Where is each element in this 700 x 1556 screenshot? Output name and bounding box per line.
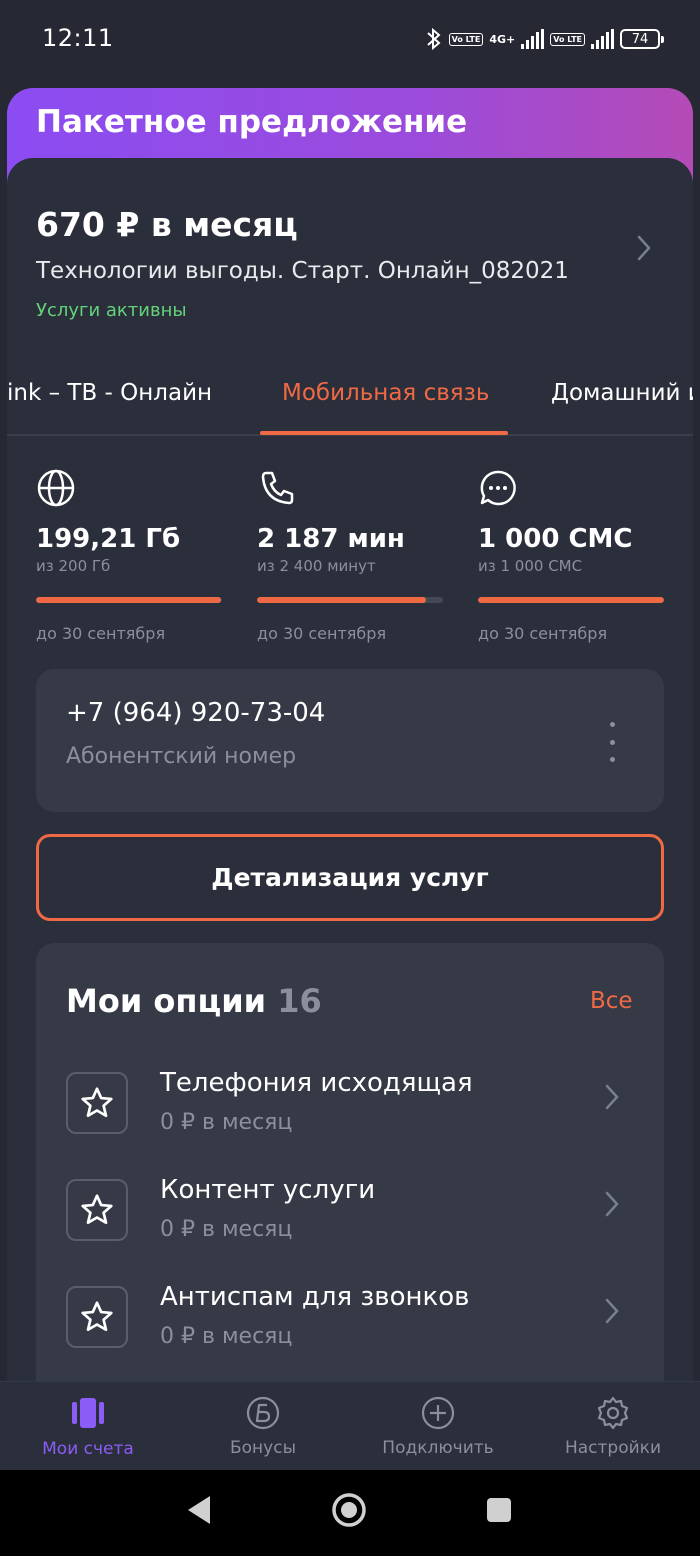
system-navigation-bar	[0, 1470, 700, 1556]
tariff-name: Технологии выгоды. Старт. Онлайн_082021	[36, 258, 569, 284]
globe-icon	[37, 469, 75, 507]
option-name: Антиспам для звонков	[160, 1282, 470, 1312]
option-item[interactable]: Телефония исходящая 0 ₽ в месяц	[66, 1068, 636, 1152]
phone-icon	[261, 471, 294, 505]
offer-title: Пакетное предложение	[36, 104, 468, 140]
minutes-until: до 30 сентября	[257, 624, 387, 643]
sms-progress	[478, 597, 664, 603]
internet-progress	[36, 597, 222, 603]
nav-settings[interactable]: Настройки	[525, 1396, 700, 1458]
chat-icon	[480, 470, 516, 506]
option-price: 0 ₽ в месяц	[160, 1324, 293, 1349]
volte-badge: Vo LTE	[448, 32, 484, 46]
chevron-right-icon	[605, 1191, 619, 1217]
recents-icon[interactable]	[486, 1497, 512, 1523]
bottom-navigation: Мои счета Бонусы Подключить Настройки	[0, 1381, 700, 1471]
gear-icon	[597, 1396, 629, 1430]
service-details-button[interactable]: Детализация услуг	[36, 834, 664, 921]
services-status: Услуги активны	[36, 300, 187, 321]
subscriber-number-label: Абонентский номер	[66, 744, 297, 769]
minutes-value: 2 187 мин	[257, 524, 405, 554]
signal-bars-2-icon	[591, 29, 614, 49]
my-options-label: Мои опции	[66, 982, 267, 1020]
subscriber-number-card[interactable]	[36, 669, 664, 812]
counter-minutes[interactable]: 2 187 мин из 2 400 минут до 30 сентября	[257, 468, 443, 643]
tab-mobile[interactable]: Мобильная связь	[282, 380, 489, 406]
network-type: 4G+	[489, 32, 516, 46]
option-name: Контент услуги	[160, 1175, 376, 1205]
tariff-price: 670 ₽ в месяц	[36, 205, 298, 244]
active-tab-indicator	[260, 431, 508, 435]
my-options-count: 16	[277, 982, 322, 1020]
volte-badge-2: Vo LTE	[550, 32, 585, 46]
option-price: 0 ₽ в месяц	[160, 1217, 293, 1242]
star-icon	[81, 1301, 113, 1332]
star-icon	[81, 1087, 113, 1118]
minutes-limit: из 2 400 минут	[257, 557, 376, 575]
chevron-right-icon[interactable]	[634, 233, 654, 263]
minutes-progress	[257, 597, 443, 603]
signal-bars-icon	[521, 29, 545, 49]
sms-until: до 30 сентября	[478, 624, 608, 643]
option-name: Телефония исходящая	[160, 1068, 473, 1098]
counter-sms[interactable]: 1 000 СМС из 1 000 СМС до 30 сентября	[478, 468, 664, 643]
all-options-link[interactable]: Все	[590, 988, 633, 1014]
status-time: 12:11	[42, 24, 114, 52]
nav-label: Бонусы	[229, 1438, 296, 1458]
internet-until: до 30 сентября	[36, 624, 166, 643]
home-icon[interactable]	[331, 1492, 367, 1528]
internet-value: 199,21 Гб	[36, 524, 181, 554]
nav-label: Настройки	[564, 1438, 661, 1458]
option-item[interactable]: Контент услуги 0 ₽ в месяц	[66, 1175, 636, 1259]
chevron-right-icon	[605, 1298, 619, 1324]
bonus-icon	[246, 1396, 280, 1430]
back-icon[interactable]	[186, 1494, 212, 1526]
counter-internet[interactable]: 199,21 Гб из 200 Гб до 30 сентября	[36, 468, 222, 643]
accounts-icon	[72, 1398, 104, 1428]
status-bar: 12:11 Vo LTE 4G+ Vo LTE 74	[0, 0, 700, 84]
sms-limit: из 1 000 СМС	[478, 557, 583, 575]
nav-my-accounts[interactable]: Мои счета	[0, 1396, 176, 1459]
nav-label: Мои счета	[42, 1439, 134, 1459]
nav-connect[interactable]: Подключить	[350, 1396, 526, 1458]
plus-circle-icon	[421, 1396, 455, 1430]
subscriber-number: +7 (964) 920-73-04	[66, 698, 326, 728]
nav-label: Подключить	[382, 1438, 494, 1458]
more-options-icon[interactable]	[600, 722, 624, 762]
chevron-right-icon	[605, 1084, 619, 1110]
tab-tv-online[interactable]: ink – ТВ - Онлайн	[7, 380, 212, 406]
option-item[interactable]: Антиспам для звонков 0 ₽ в месяц	[66, 1282, 636, 1366]
sms-value: 1 000 СМС	[478, 524, 633, 554]
option-price: 0 ₽ в месяц	[160, 1110, 293, 1135]
battery-icon: 74	[620, 29, 664, 49]
nav-bonuses[interactable]: Бонусы	[175, 1396, 351, 1458]
bluetooth-icon	[426, 27, 441, 51]
internet-limit: из 200 Гб	[36, 557, 111, 575]
star-icon	[81, 1194, 113, 1225]
tab-home-internet[interactable]: Домашний и	[551, 380, 693, 406]
status-icons: Vo LTE 4G+ Vo LTE 74	[425, 24, 664, 54]
my-options-title: Мои опции 16	[66, 982, 322, 1020]
service-tabs: ink – ТВ - Онлайн Мобильная связь Домашн…	[7, 370, 693, 436]
battery-level: 74	[631, 31, 649, 47]
